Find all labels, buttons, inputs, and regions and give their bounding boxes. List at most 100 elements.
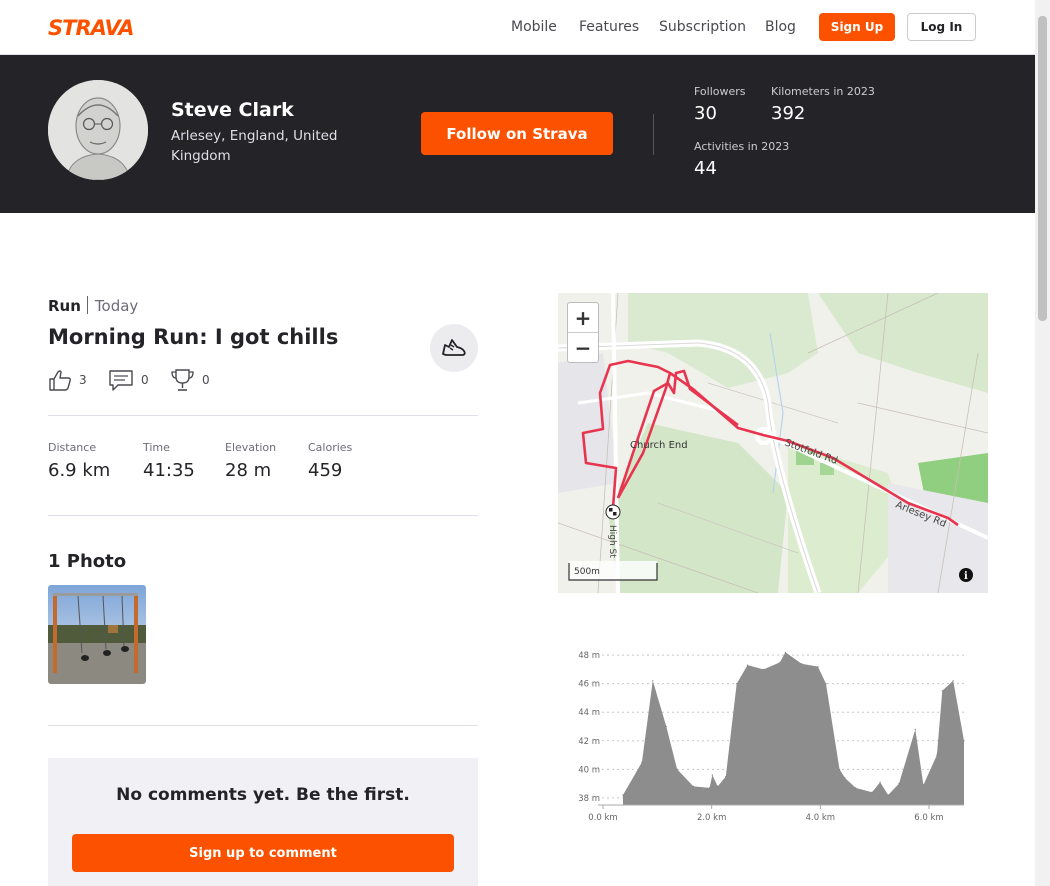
athlete-location: Arlesey, England, United Kingdom — [171, 128, 338, 164]
elevation-point — [844, 777, 846, 779]
elevation-point — [898, 783, 900, 785]
activity-type: Run — [48, 297, 81, 315]
log-in-button[interactable]: Log In — [907, 13, 976, 41]
avatar-sketch-image — [48, 80, 148, 180]
shoe-icon — [442, 339, 466, 356]
comments-count-button[interactable]: 0 — [109, 369, 149, 391]
nav-link-features[interactable]: Features — [579, 19, 639, 35]
elevation-point — [879, 781, 881, 783]
activities-value: 44 — [694, 158, 717, 179]
elevation-point — [825, 683, 827, 685]
x-tick-label: 0.0 km — [588, 813, 617, 823]
activities-label: Activities in 2023 — [694, 140, 790, 153]
followers-value: 30 — [694, 103, 717, 124]
map-place-label: Church End — [630, 440, 688, 451]
elevation-point — [871, 791, 873, 793]
achievements-button[interactable]: 0 — [170, 369, 210, 391]
y-tick-label: 40 m — [578, 765, 600, 775]
elevation-point — [817, 666, 819, 668]
nav-link-mobile[interactable]: Mobile — [511, 19, 557, 35]
elevation-point — [941, 690, 943, 692]
metric-distance-label: Distance — [48, 441, 97, 454]
metric-distance-value: 6.9 km — [48, 460, 111, 481]
type-date-separator — [86, 296, 88, 314]
athlete-header: Steve Clark Arlesey, England, United Kin… — [0, 55, 1035, 213]
map-road-label: High St — [607, 525, 617, 558]
playground-photo-image — [48, 585, 146, 684]
kilometers-value: 392 — [771, 103, 806, 124]
kudos-button[interactable]: 3 — [48, 369, 87, 391]
svg-text:STRAVA: STRAVA — [48, 16, 134, 38]
x-tick-label: 6.0 km — [914, 813, 943, 823]
map-zoom-controls: + − — [567, 302, 599, 363]
x-tick-label: 4.0 km — [806, 813, 835, 823]
elevation-point — [711, 774, 713, 776]
elevation-point — [622, 794, 624, 796]
metric-time-value: 41:35 — [143, 460, 195, 481]
metric-elevation-label: Elevation — [225, 441, 277, 454]
y-tick-label: 46 m — [578, 680, 600, 690]
activity-date: Today — [94, 297, 139, 315]
elevation-point — [641, 761, 643, 763]
elevation-point — [801, 663, 803, 665]
activity-photo-thumbnail[interactable] — [48, 585, 146, 684]
elevation-point — [725, 775, 727, 778]
elevation-point — [936, 754, 938, 756]
athlete-name[interactable]: Steve Clark — [171, 99, 294, 121]
comments-count: 0 — [141, 373, 149, 387]
page: STRAVA Mobile Features Subscription Blog… — [0, 0, 1035, 886]
map-canvas[interactable]: Church End Stotfold Rd Arlesey Rd High S… — [558, 293, 988, 593]
elevation-point — [855, 787, 857, 789]
elevation-point — [676, 768, 678, 770]
metric-time-label: Time — [143, 441, 170, 454]
elevation-area — [623, 652, 964, 805]
elevation-point — [652, 680, 654, 682]
svg-text:i: i — [964, 571, 968, 582]
elevation-point — [779, 661, 781, 663]
elevation-point — [922, 784, 924, 786]
comments-panel: No comments yet. Be the first. Sign up t… — [48, 758, 478, 886]
run-shoe-badge — [430, 324, 478, 372]
nav-link-blog[interactable]: Blog — [765, 19, 796, 35]
elevation-point — [963, 740, 965, 742]
map-scale-label: 500m — [574, 567, 600, 577]
achievements-count: 0 — [202, 373, 210, 387]
kudos-count: 3 — [79, 373, 87, 387]
comment-icon — [109, 370, 133, 391]
divider — [48, 725, 478, 726]
x-tick-label: 2.0 km — [697, 813, 726, 823]
nav-link-subscription[interactable]: Subscription — [659, 19, 746, 35]
route-map[interactable]: Church End Stotfold Rd Arlesey Rd High S… — [558, 293, 988, 593]
metric-elevation-value: 28 m — [225, 460, 272, 481]
trophy-icon — [171, 369, 194, 391]
sign-up-button[interactable]: Sign Up — [819, 13, 895, 41]
stats-divider — [653, 114, 654, 155]
elevation-point — [914, 728, 916, 730]
elevation-point — [709, 787, 711, 789]
elevation-point — [717, 785, 719, 787]
zoom-out-button[interactable]: − — [568, 333, 598, 362]
follow-button[interactable]: Follow on Strava — [421, 112, 613, 155]
avatar[interactable] — [48, 80, 148, 180]
top-nav: STRAVA Mobile Features Subscription Blog… — [0, 0, 1035, 55]
y-tick-label: 42 m — [578, 737, 600, 747]
elevation-chart[interactable]: 38 m 40 m 42 m 44 m 46 m 48 m 0.0 km 2.0 km 4.0 … — [558, 640, 988, 830]
strava-logo[interactable]: STRAVA — [48, 16, 143, 38]
thumbs-up-icon — [49, 370, 71, 391]
elevation-point — [665, 725, 667, 728]
activity-title: Morning Run: I got chills — [48, 325, 339, 349]
scrollbar-thumb[interactable] — [1038, 16, 1047, 321]
elevation-point — [763, 668, 765, 670]
zoom-in-button[interactable]: + — [568, 303, 598, 333]
sign-up-to-comment-button[interactable]: Sign up to comment — [72, 834, 454, 872]
elevation-point — [838, 768, 841, 770]
y-tick-label: 38 m — [578, 794, 600, 804]
no-comments-message: No comments yet. Be the first. — [116, 785, 410, 805]
divider — [48, 515, 478, 516]
y-tick-label: 48 m — [578, 651, 600, 661]
elevation-point — [784, 651, 786, 653]
metric-calories-label: Calories — [308, 441, 353, 454]
activity-type-line: Run Today — [48, 296, 138, 315]
elevation-point — [736, 683, 738, 685]
photos-heading: 1 Photo — [48, 551, 127, 572]
